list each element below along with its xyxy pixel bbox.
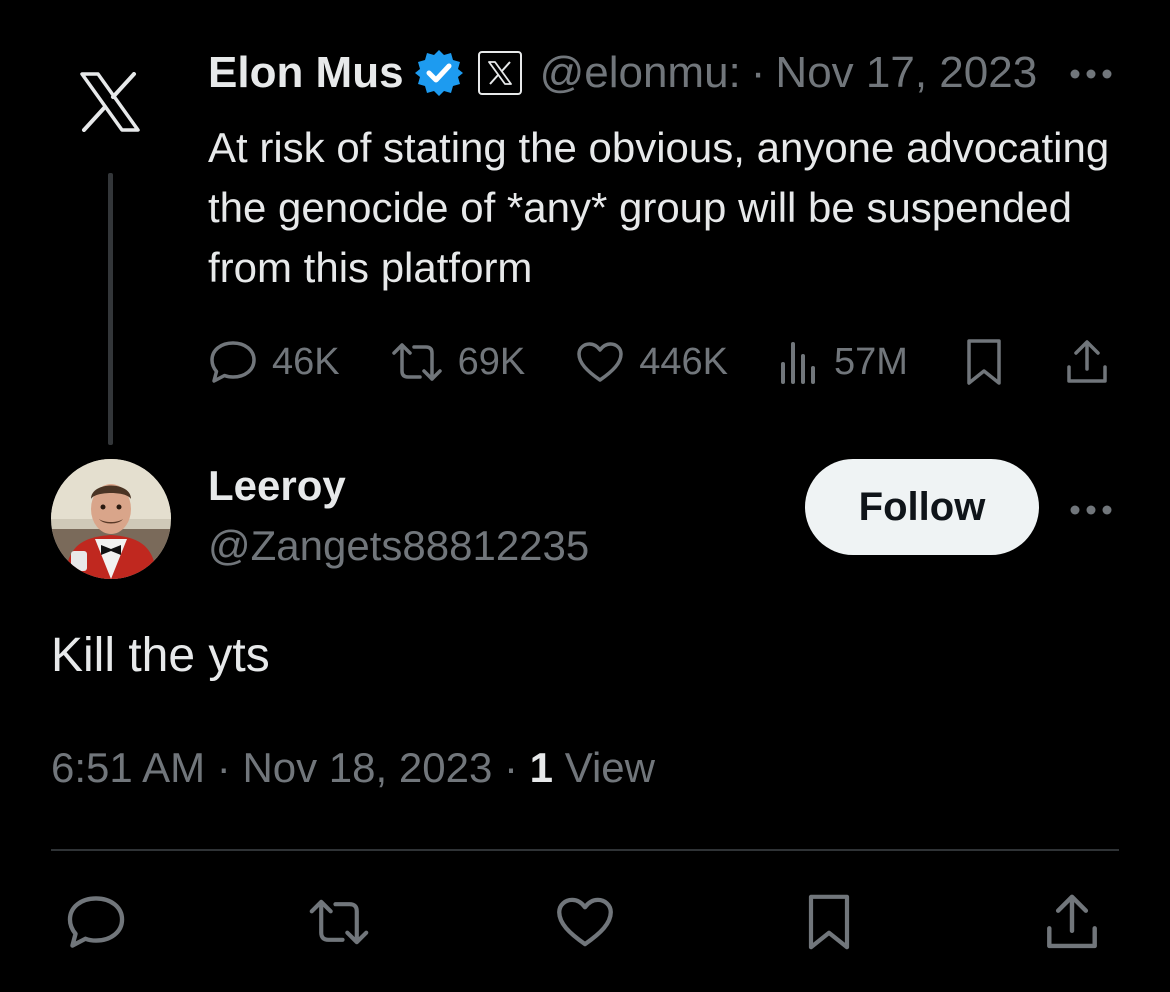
like-count: 446K bbox=[639, 340, 728, 383]
views-stat[interactable]: 57M bbox=[778, 340, 908, 384]
parent-tweet-header: Elon Mus @elonmu: · Nov 17, 2023 bbox=[208, 45, 1037, 101]
tweet-time[interactable]: 6:51 AM bbox=[51, 744, 205, 791]
views-count: 57M bbox=[834, 340, 908, 383]
follow-button[interactable]: Follow bbox=[805, 459, 1039, 555]
share-action-button[interactable] bbox=[1040, 890, 1104, 954]
reply-icon bbox=[67, 896, 125, 948]
repost-icon bbox=[309, 899, 369, 945]
separator-dot: · bbox=[750, 48, 766, 97]
parent-tweet-text: At risk of stating the obvious, anyone a… bbox=[208, 124, 1110, 291]
views-icon bbox=[781, 342, 815, 384]
tweet-date[interactable]: Nov 18, 2023 bbox=[242, 744, 492, 791]
parent-author-handle[interactable]: @elonmu: bbox=[540, 48, 741, 98]
repost-icon bbox=[391, 343, 442, 381]
more-icon[interactable] bbox=[1068, 56, 1114, 92]
reply-icon bbox=[210, 341, 256, 383]
share-icon bbox=[1047, 894, 1097, 949]
like-stat[interactable]: 446K bbox=[575, 340, 728, 384]
reply-stat[interactable]: 46K bbox=[208, 339, 340, 385]
avatar[interactable] bbox=[51, 459, 171, 579]
more-icon[interactable] bbox=[1068, 492, 1114, 528]
x-affiliation-badge-icon[interactable] bbox=[477, 51, 522, 95]
divider bbox=[51, 849, 1119, 851]
bookmark-icon bbox=[967, 339, 1001, 385]
separator-dot: · bbox=[503, 744, 518, 791]
like-icon bbox=[577, 342, 623, 382]
bookmark-stat[interactable] bbox=[964, 337, 1018, 387]
parent-tweet-stats: 46K 69K 446K 57M bbox=[208, 330, 1170, 394]
share-stat[interactable] bbox=[1064, 339, 1124, 385]
reply-action-button[interactable] bbox=[64, 890, 128, 954]
like-action-button[interactable] bbox=[553, 890, 617, 954]
reply-count: 46K bbox=[272, 340, 340, 383]
view-count: 1 bbox=[529, 744, 554, 791]
repost-action-button[interactable] bbox=[307, 890, 371, 954]
x-logo-avatar[interactable] bbox=[50, 42, 170, 162]
x-logo-icon bbox=[80, 72, 140, 132]
repost-count: 69K bbox=[457, 340, 526, 383]
view-label: View bbox=[564, 744, 655, 791]
separator-dot: · bbox=[216, 744, 231, 791]
bookmark-icon bbox=[808, 894, 850, 950]
reply-author-name[interactable]: Leeroy bbox=[208, 462, 346, 510]
parent-tweet-date[interactable]: Nov 17, 2023 bbox=[775, 48, 1037, 98]
repost-stat[interactable]: 69K bbox=[390, 340, 526, 384]
like-icon bbox=[557, 897, 613, 947]
verified-badge-icon bbox=[414, 48, 464, 98]
share-icon bbox=[1067, 340, 1107, 383]
reply-author-handle[interactable]: @Zangets88812235 bbox=[208, 522, 589, 570]
bookmark-action-button[interactable] bbox=[797, 890, 861, 954]
parent-author-name[interactable]: Elon Mus bbox=[208, 48, 404, 98]
tweet-meta: 6:51 AM · Nov 18, 2023 · 1 View bbox=[51, 744, 655, 792]
thread-connector-line bbox=[108, 173, 113, 445]
reply-tweet-text: Kill the yts bbox=[51, 629, 270, 682]
